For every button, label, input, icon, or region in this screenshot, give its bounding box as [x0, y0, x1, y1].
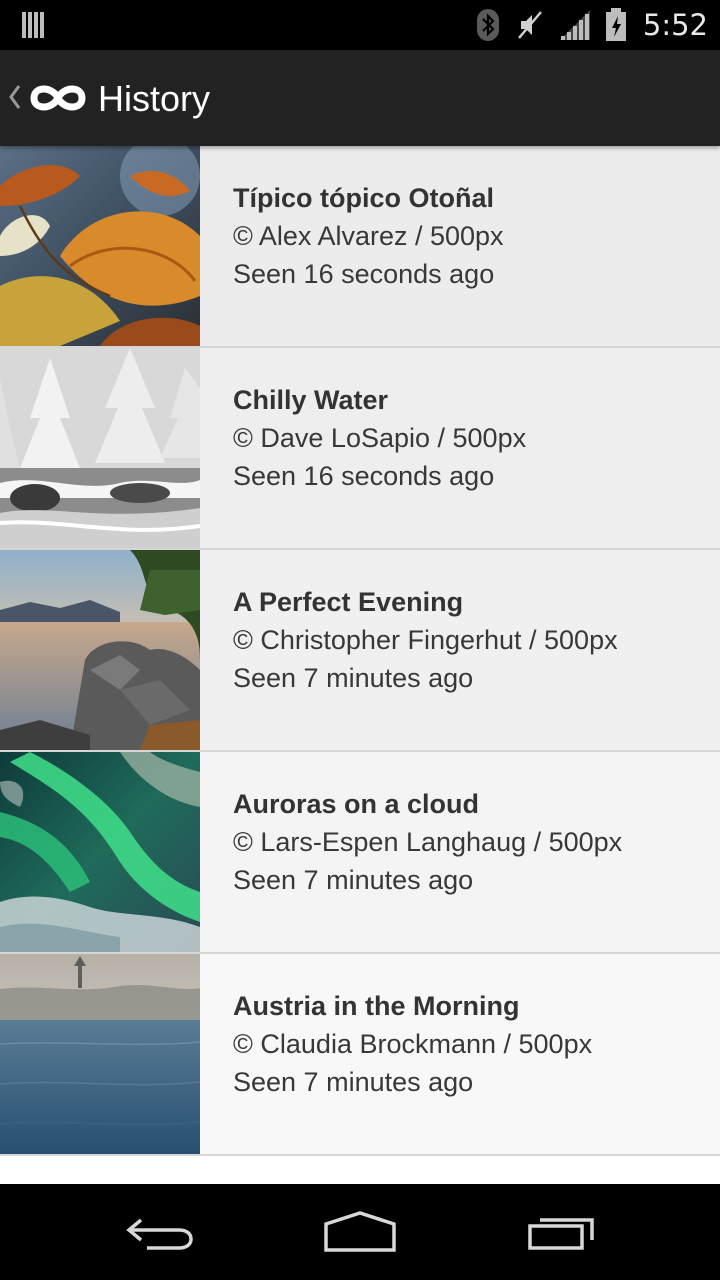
photo-credit: © Alex Alvarez / 500px [233, 221, 504, 251]
seen-timestamp: Seen 7 minutes ago [233, 663, 474, 693]
photo-title: Auroras on a cloud [233, 789, 480, 819]
page-title: History [98, 78, 211, 119]
volume-muted-icon [517, 11, 542, 39]
notification-bars-icon [22, 12, 44, 38]
history-item[interactable]: A Perfect Evening © Christopher Fingerhu… [0, 550, 720, 752]
recents-nav-button[interactable] [502, 1184, 622, 1280]
photo-title: A Perfect Evening [233, 587, 464, 617]
photo-title: Típico tópico Otoñal [233, 183, 494, 213]
photo-credit: © Christopher Fingerhut / 500px [233, 625, 618, 655]
battery-icon [605, 8, 626, 41]
photo-thumbnail [0, 348, 200, 548]
seen-timestamp: Seen 16 seconds ago [233, 461, 495, 491]
seen-timestamp: Seen 7 minutes ago [233, 865, 474, 895]
history-list[interactable]: Típico tópico Otoñal © Alex Alvarez / 50… [0, 146, 720, 1184]
status-bar: 5:52 [0, 0, 720, 50]
photo-credit: © Lars-Espen Langhaug / 500px [233, 827, 623, 857]
home-nav-button[interactable] [300, 1184, 420, 1280]
signal-icon [559, 10, 590, 40]
home-nav-icon [324, 1211, 396, 1252]
photo-thumbnail [0, 146, 200, 346]
photo-credit: © Dave LoSapio / 500px [233, 423, 527, 453]
infinity-logo-icon [30, 85, 86, 111]
history-item-text: Austria in the Morning © Claudia Brockma… [233, 988, 700, 1102]
history-item[interactable]: Chilly Water © Dave LoSapio / 500px Seen… [0, 348, 720, 550]
status-icons: 5:52 [473, 0, 708, 50]
history-item-text: Chilly Water © Dave LoSapio / 500px Seen… [233, 382, 700, 496]
seen-timestamp: Seen 16 seconds ago [233, 259, 495, 289]
navigation-bar [0, 1184, 720, 1280]
status-time: 5:52 [642, 8, 708, 42]
history-screen: 5:52 History Típico tópico Otoñal © Alex… [0, 0, 720, 1280]
seen-timestamp: Seen 7 minutes ago [233, 1067, 474, 1097]
list-empty-space [0, 1156, 720, 1184]
photo-thumbnail [0, 550, 200, 750]
back-nav-icon [126, 1218, 193, 1250]
photo-title: Chilly Water [233, 385, 389, 415]
back-nav-button[interactable] [100, 1184, 220, 1280]
history-item[interactable]: Auroras on a cloud © Lars-Espen Langhaug… [0, 752, 720, 954]
back-chevron-icon [9, 85, 21, 109]
photo-title: Austria in the Morning [233, 991, 520, 1021]
photo-thumbnail [0, 752, 200, 952]
history-item-text: Típico tópico Otoñal © Alex Alvarez / 50… [233, 180, 700, 294]
history-item[interactable]: Austria in the Morning © Claudia Brockma… [0, 954, 720, 1156]
history-item-text: A Perfect Evening © Christopher Fingerhu… [233, 584, 700, 698]
history-item-text: Auroras on a cloud © Lars-Espen Langhaug… [233, 786, 700, 900]
action-bar: History [0, 50, 720, 146]
photo-credit: © Claudia Brockmann / 500px [233, 1029, 593, 1059]
photo-thumbnail [0, 954, 200, 1154]
history-item[interactable]: Típico tópico Otoñal © Alex Alvarez / 50… [0, 146, 720, 348]
up-button[interactable] [0, 50, 92, 146]
bluetooth-icon [476, 9, 499, 41]
recents-nav-icon [528, 1218, 594, 1250]
